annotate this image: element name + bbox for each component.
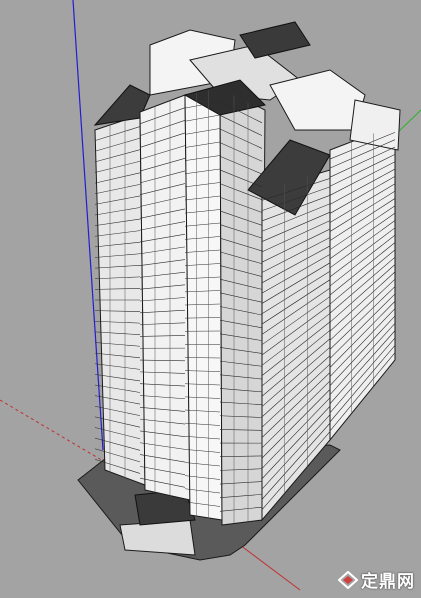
entrance-plaza [119,519,196,556]
model-viewport[interactable]: 定鼎网 [0,0,421,598]
red-axis-line-2 [239,544,301,591]
center-right-fin [219,87,266,526]
watermark-text: 定鼎网 [361,572,415,592]
building-model-scene [0,0,421,591]
watermark: 定鼎网 [338,567,415,592]
diamond-logo-icon [338,570,358,589]
red-axis-line [0,399,111,466]
